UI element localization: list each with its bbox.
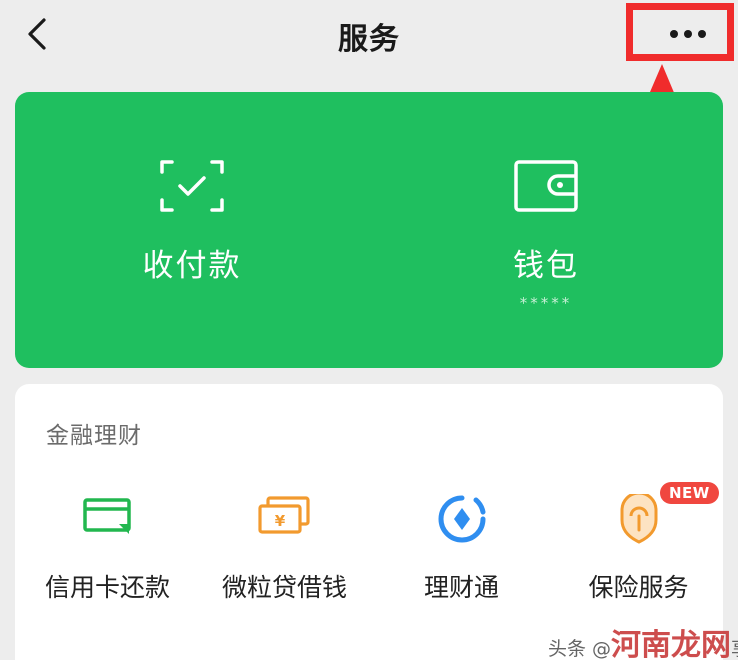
weilidai-loan-label: 微粒贷借钱 — [221, 573, 347, 602]
umbrella-shield-icon — [620, 494, 657, 544]
receive-pay-button[interactable]: 收付款 — [15, 92, 369, 368]
licaitong-icon — [438, 495, 485, 543]
services-page: 服务 收付款 钱包 ***** 金融理财 信用卡还款 ¥ 微粒贷借钱 理财通 N… — [0, 0, 738, 660]
credit-card-repay-label: 信用卡还款 — [44, 573, 170, 602]
watermark: 头条 @河南龙网享 — [548, 620, 738, 660]
wallet-icon — [514, 160, 578, 212]
insurance-service-button[interactable]: NEW 保险服务 — [550, 482, 727, 624]
insurance-service-label: 保险服务 — [588, 573, 689, 602]
more-button[interactable] — [626, 3, 734, 61]
licaitong-button[interactable]: 理财通 — [373, 494, 550, 624]
finance-section: 金融理财 信用卡还款 ¥ 微粒贷借钱 理财通 NEW 保险服务 — [15, 384, 723, 660]
svg-text:¥: ¥ — [274, 512, 285, 530]
watermark-suffix: 享 — [731, 638, 738, 660]
new-badge: NEW — [660, 482, 719, 504]
licaitong-label: 理财通 — [423, 573, 499, 602]
watermark-prefix: 头条 @ — [548, 638, 612, 660]
credit-card-icon — [82, 498, 131, 534]
more-dots-icon — [670, 30, 706, 38]
nav-bar: 服务 — [0, 0, 738, 72]
wallet-panel: 收付款 钱包 ***** — [15, 92, 723, 368]
watermark-brand: 河南龙网 — [611, 628, 732, 660]
weilidai-loan-button[interactable]: ¥ 微粒贷借钱 — [196, 494, 373, 624]
credit-card-repay-button[interactable]: 信用卡还款 — [19, 494, 196, 624]
wallet-label: 钱包 — [513, 248, 579, 284]
receive-pay-label: 收付款 — [142, 248, 242, 284]
wallet-balance-masked: ***** — [519, 294, 573, 312]
scan-check-icon — [160, 160, 224, 212]
section-title: 金融理财 — [46, 423, 142, 449]
wallet-button[interactable]: 钱包 ***** — [369, 92, 723, 368]
cash-notes-icon: ¥ — [257, 496, 310, 534]
